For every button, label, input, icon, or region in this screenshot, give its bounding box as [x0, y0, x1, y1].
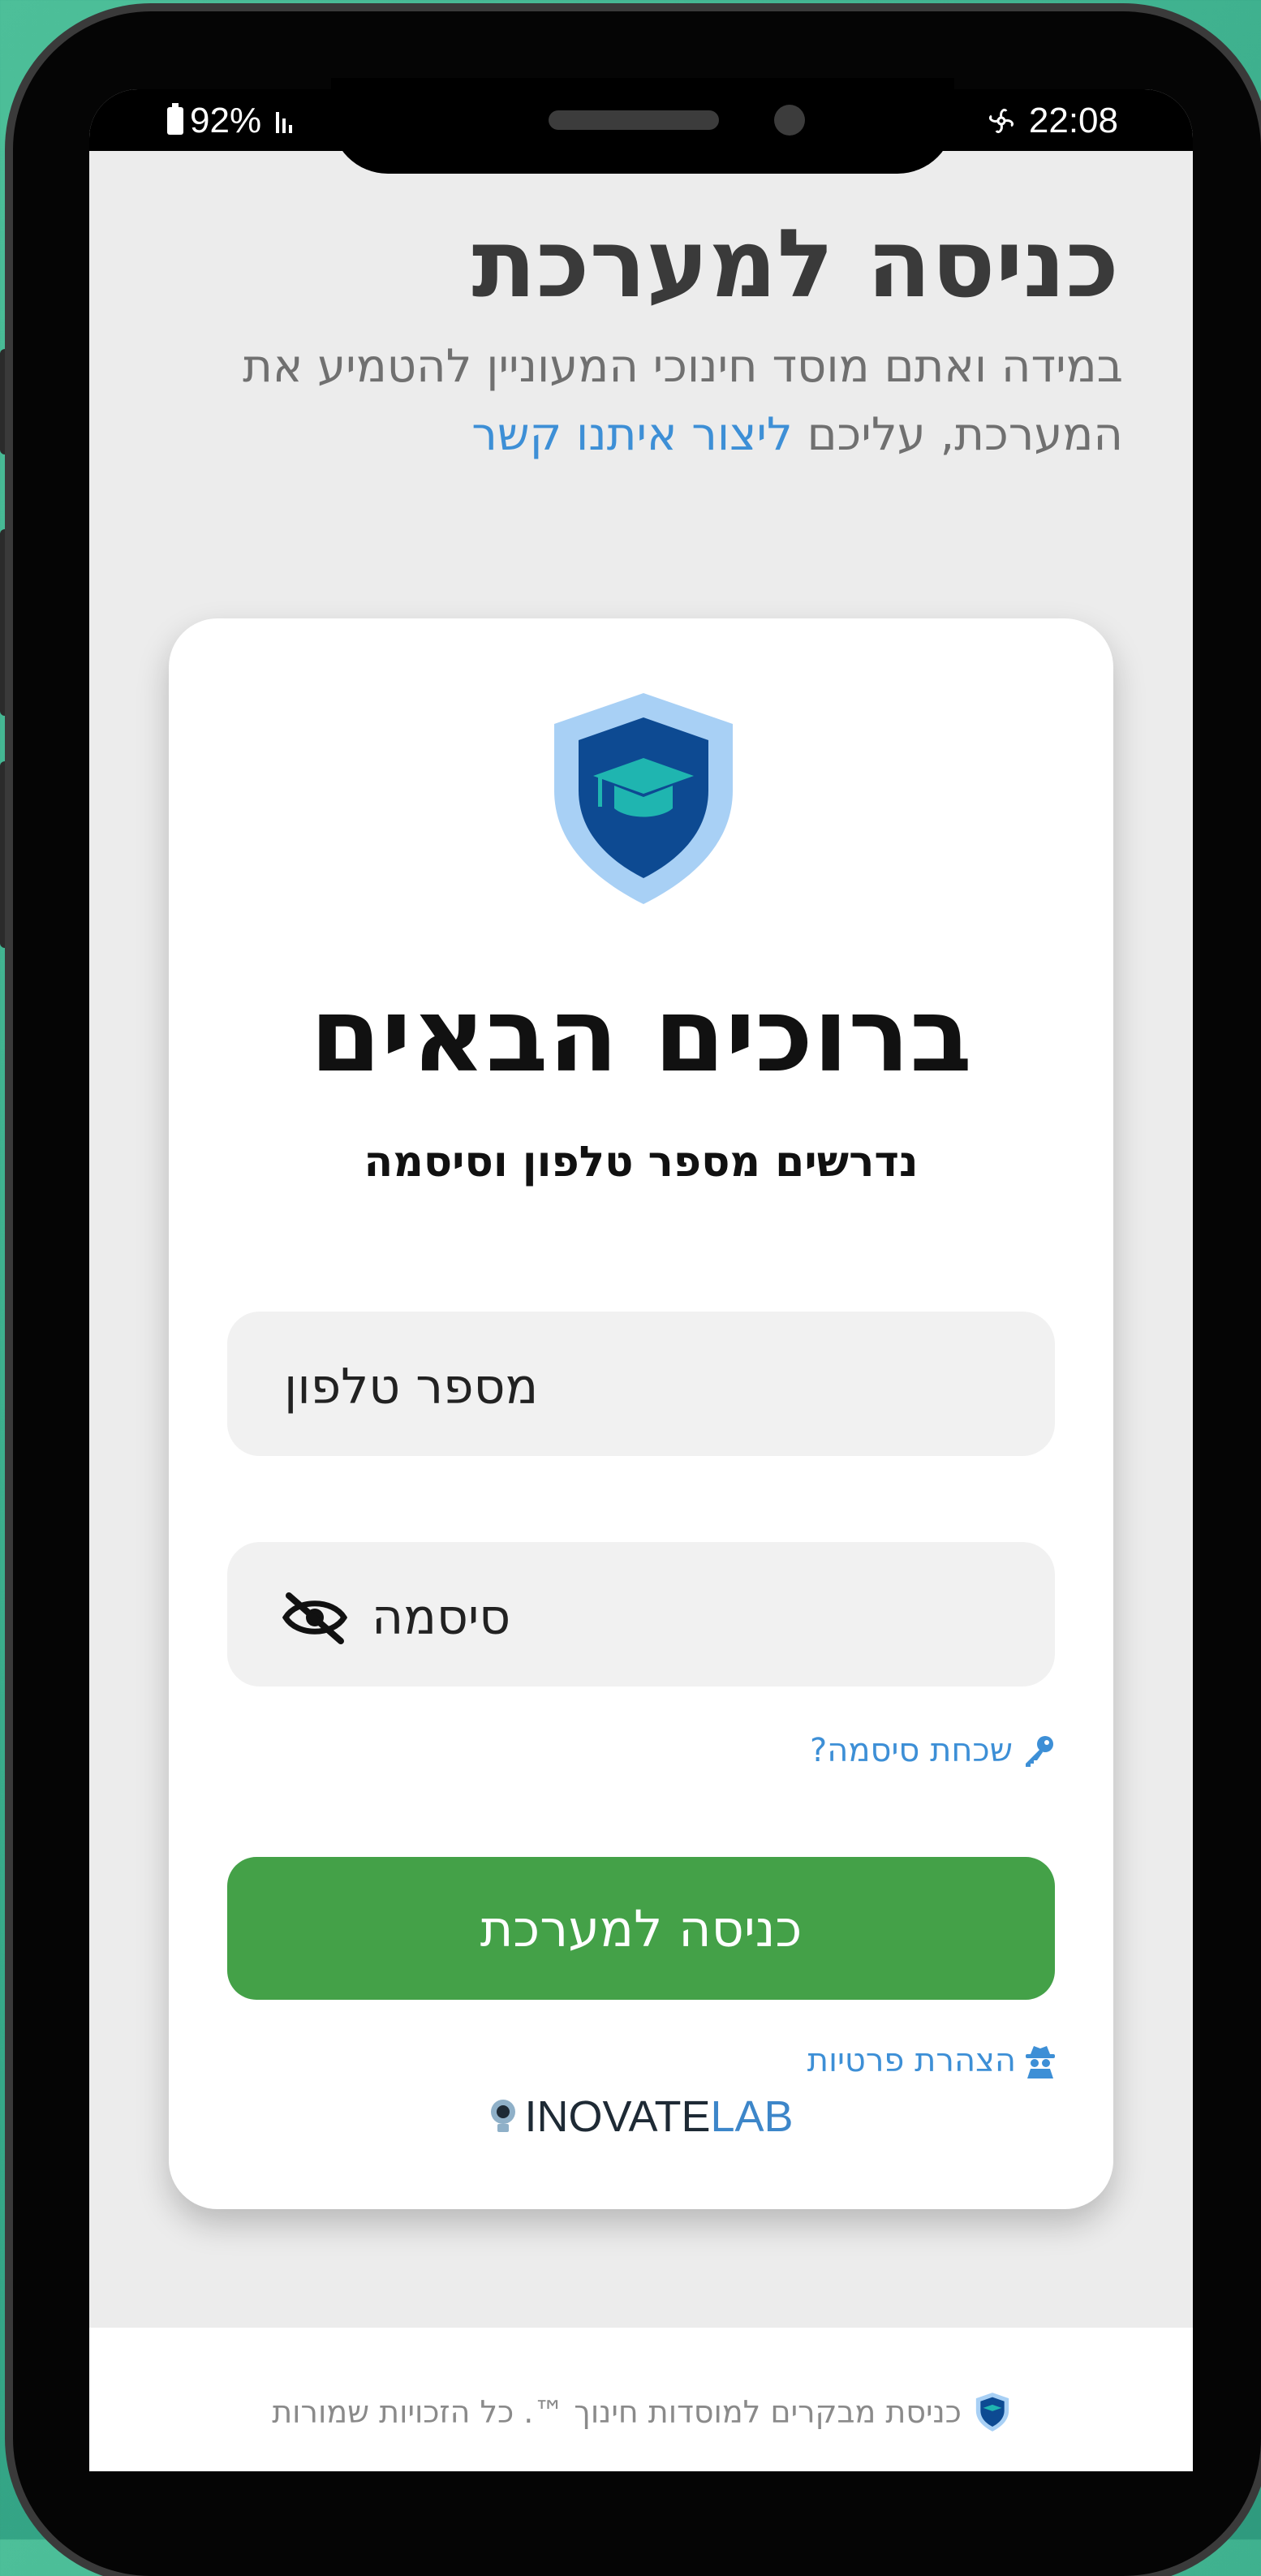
brand-inovate: INOVATE — [524, 2092, 711, 2141]
privacy-statement-label: הצהרת פרטיות — [807, 2042, 1016, 2079]
forgot-password-label: שכחת סיסמה? — [809, 1732, 1013, 1769]
signal-icon — [276, 109, 293, 133]
key-icon — [1026, 1736, 1053, 1767]
battery-percent: 92% — [190, 101, 262, 140]
login-card: ברוכים הבאים נדרשים מספר טלפון וסיסמה מס… — [169, 618, 1113, 2209]
phone-number-input[interactable]: מספר טלפון — [227, 1312, 1055, 1456]
phone-placeholder: מספר טלפון — [284, 1359, 539, 1415]
privacy-statement-link[interactable]: הצהרת פרטיות — [807, 2042, 1057, 2079]
brand-lab: LAB — [710, 2092, 794, 2141]
password-input[interactable]: סיסמה — [227, 1542, 1055, 1686]
footer-copyright: כניסת מבקרים למוסדות חינוך ™. כל הזכויות… — [272, 2394, 962, 2430]
shield-graduation-cap-logo — [554, 693, 733, 904]
status-right: 22:08 — [985, 101, 1118, 141]
forgot-password-link[interactable]: שכחת סיסמה? — [810, 1732, 1057, 1769]
contact-us-link[interactable]: ליצור איתנו קשר — [471, 408, 793, 461]
password-placeholder: סיסמה — [372, 1589, 511, 1646]
eye-slash-icon[interactable] — [281, 1591, 349, 1644]
front-camera — [774, 105, 805, 136]
lightbulb-icon — [491, 2100, 516, 2132]
earpiece-speaker — [549, 110, 719, 130]
page-subtitle: במידה ואתם מוסד חינוכי המעוניין להטמיע א… — [198, 333, 1123, 469]
login-button[interactable]: כניסה למערכת — [227, 1857, 1055, 2000]
spy-icon — [1026, 2046, 1055, 2078]
footer: כניסת מבקרים למוסדות חינוך ™. כל הזכויות… — [89, 2328, 1193, 2471]
fan-icon — [988, 108, 1014, 134]
welcome-heading: ברוכים הבאים — [310, 976, 972, 1095]
battery-icon — [167, 103, 183, 135]
login-instructions: נדרשים מספר טלפון וסיסמה — [364, 1138, 919, 1187]
status-left: 92% — [167, 101, 293, 141]
page-title: כניסה למערכת — [471, 209, 1120, 319]
status-time: 22:08 — [1028, 101, 1118, 140]
footer-content: כניסת מבקרים למוסדות חינוך ™. כל הזכויות… — [89, 2393, 1193, 2432]
shield-mini-logo — [975, 2393, 1009, 2432]
inovatelab-brand: INOVATE LAB — [169, 2091, 1113, 2142]
